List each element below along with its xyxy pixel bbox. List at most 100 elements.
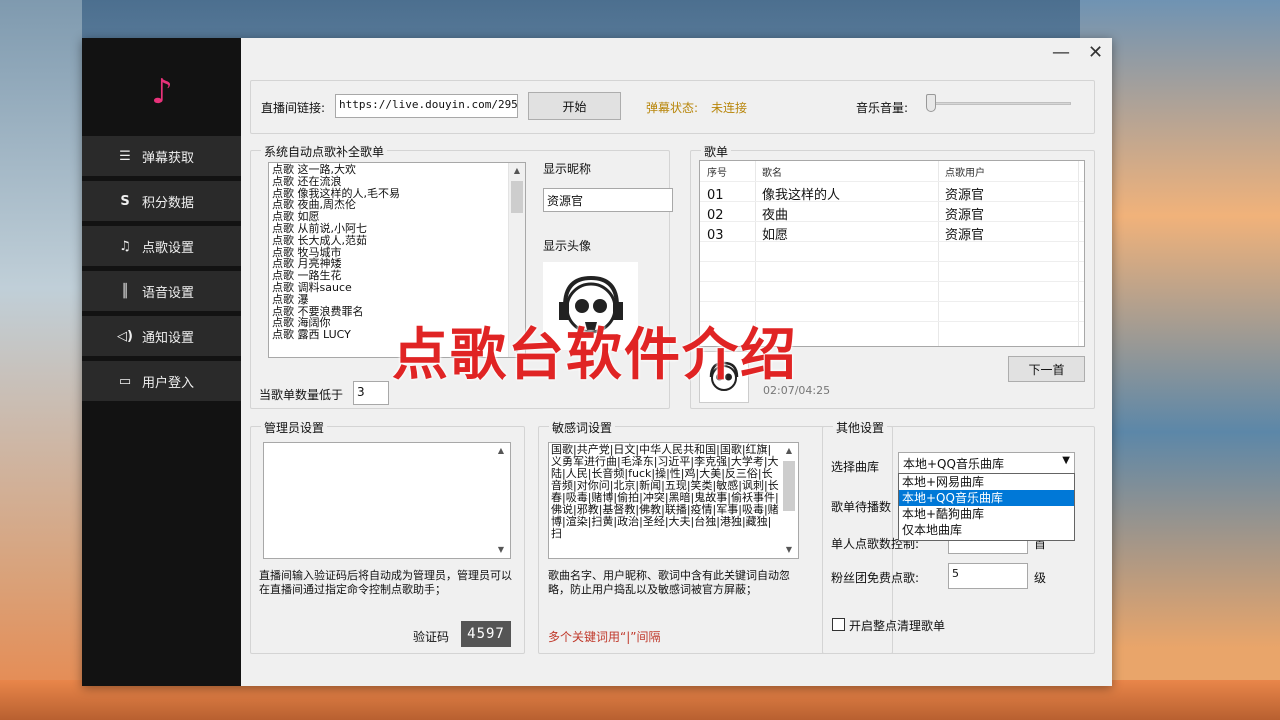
minimize-button[interactable]: — xyxy=(1052,42,1070,63)
status-value: 未连接 xyxy=(711,101,748,115)
wait-label: 歌单待播数 xyxy=(831,500,892,514)
live-link-input[interactable]: https://live.douyin.com/2953 xyxy=(335,94,518,118)
fan-unit: 级 xyxy=(1034,571,1047,585)
scroll-up-icon[interactable]: ▲ xyxy=(493,443,509,459)
sensitive-words-textarea[interactable]: 国歌|共产党|日文|中华人民共和国|国歌|红旗|义勇军进行曲|毛泽东|习近平|李… xyxy=(548,442,799,559)
list-item[interactable]: 点歌 还在流浪 xyxy=(269,175,525,188)
audio-wave-icon: ║ xyxy=(121,283,129,299)
volume-slider-thumb[interactable] xyxy=(926,94,936,112)
nickname-label: 显示昵称 xyxy=(543,162,592,176)
sidebar-item-danmu[interactable]: ☰ 弹幕获取 xyxy=(82,136,241,178)
next-song-button[interactable]: 下一首 xyxy=(1008,356,1085,382)
sidebar-item-points[interactable]: S 积分数据 xyxy=(82,181,241,223)
table-header: 序号 歌名 点歌用户 xyxy=(700,164,1084,184)
scroll-thumb[interactable] xyxy=(511,181,523,213)
other-settings-group: 其他设置 选择曲库 本地+QQ音乐曲库 ▼ 歌单待播数 单人点歌数控制: 首 粉… xyxy=(822,419,1095,654)
list-item[interactable]: 点歌 长大成人,范茹 xyxy=(269,234,525,247)
status-label: 弹幕状态: xyxy=(646,101,699,115)
library-dropdown[interactable]: 本地+网易曲库 本地+QQ音乐曲库 本地+酷狗曲库 仅本地曲库 xyxy=(898,473,1075,541)
s-icon: S xyxy=(120,193,130,209)
sidebar-item-voice[interactable]: ║ 语音设置 xyxy=(82,271,241,313)
fan-level-input[interactable]: 5 xyxy=(948,563,1028,589)
speaker-icon: ◁) xyxy=(117,328,133,344)
close-button[interactable]: ✕ xyxy=(1088,42,1103,63)
sidebar-item-login[interactable]: ▭ 用户登入 xyxy=(82,361,241,403)
admin-scrollbar[interactable]: ▲ ▼ xyxy=(493,443,510,558)
volume-slider-track[interactable] xyxy=(931,102,1071,105)
scroll-down-icon[interactable]: ▼ xyxy=(781,542,797,558)
admin-description: 直播间输入验证码后将自动成为管理员，管理员可以在直播间通过指定命令控制点歌助手； xyxy=(259,569,512,596)
row-song: 夜曲 xyxy=(762,208,789,223)
id-card-icon: ▭ xyxy=(118,373,132,389)
sidebar: ♪ ☰ 弹幕获取 S 积分数据 ♫ 点歌设置 ║ 语音设置 ◁) 通知设置 ▭ … xyxy=(82,38,241,686)
row-user: 资源官 xyxy=(945,188,985,203)
link-label: 直播间链接: xyxy=(261,101,326,115)
avatar-label: 显示头像 xyxy=(543,239,592,253)
other-title: 其他设置 xyxy=(833,419,888,436)
volume-label: 音乐音量: xyxy=(856,101,909,115)
music-note-icon: ♪ xyxy=(151,72,173,112)
sensitive-words: 国歌|共产党|日文|中华人民共和国|国歌|红旗|义勇军进行曲|毛泽东|习近平|李… xyxy=(551,443,779,540)
library-label: 选择曲库 xyxy=(831,460,880,474)
library-selected: 本地+QQ音乐曲库 xyxy=(903,457,1004,471)
overlay-title: 点歌台软件介绍 xyxy=(392,323,798,388)
library-option[interactable]: 本地+网易曲库 xyxy=(899,474,1074,490)
admin-title: 管理员设置 xyxy=(261,419,328,436)
header-index: 序号 xyxy=(707,168,727,179)
scroll-up-icon[interactable]: ▲ xyxy=(509,163,525,179)
scroll-up-icon[interactable]: ▲ xyxy=(781,443,797,459)
row-index: 01 xyxy=(707,188,724,203)
desktop-background-bottom xyxy=(0,680,1280,720)
library-option-selected[interactable]: 本地+QQ音乐曲库 xyxy=(899,490,1074,506)
playlist-title: 歌单 xyxy=(701,143,732,160)
sidebar-item-notify[interactable]: ◁) 通知设置 xyxy=(82,316,241,358)
sidebar-item-label: 通知设置 xyxy=(142,330,195,346)
connection-group: 直播间链接: https://live.douyin.com/2953 开始 弹… xyxy=(250,80,1095,134)
clear-playlist-checkbox[interactable] xyxy=(832,618,845,631)
sensitive-title: 敏感词设置 xyxy=(549,419,616,436)
list-icon: ☰ xyxy=(119,148,131,164)
sidebar-item-song-settings[interactable]: ♫ 点歌设置 xyxy=(82,226,241,268)
library-option[interactable]: 仅本地曲库 xyxy=(899,522,1074,538)
row-index: 02 xyxy=(707,208,724,223)
sensitive-scrollbar[interactable]: ▲ ▼ xyxy=(781,443,798,558)
captcha-label: 验证码 xyxy=(413,630,450,644)
header-song: 歌名 xyxy=(762,168,782,179)
table-row[interactable]: 03 如愿 资源官 xyxy=(700,226,1084,246)
sidebar-item-label: 点歌设置 xyxy=(142,240,195,256)
admin-group: 管理员设置 ▲ ▼ 直播间输入验证码后将自动成为管理员，管理员可以在直播间通过指… xyxy=(250,419,525,654)
sidebar-item-label: 弹幕获取 xyxy=(142,150,195,166)
row-user: 资源官 xyxy=(945,228,985,243)
table-row[interactable]: 02 夜曲 资源官 xyxy=(700,206,1084,226)
scroll-down-icon[interactable]: ▼ xyxy=(493,542,509,558)
list-item[interactable]: 点歌 瀑 xyxy=(269,293,525,306)
row-user: 资源官 xyxy=(945,208,985,223)
captcha-value: 4597 xyxy=(461,621,511,647)
threshold-label: 当歌单数量低于 xyxy=(259,388,344,402)
library-select[interactable]: 本地+QQ音乐曲库 ▼ xyxy=(898,452,1075,474)
nickname-input[interactable]: 资源官 xyxy=(543,188,673,212)
sidebar-item-label: 语音设置 xyxy=(142,285,195,301)
library-option[interactable]: 本地+酷狗曲库 xyxy=(899,506,1074,522)
table-row[interactable]: 01 像我这样的人 资源官 xyxy=(700,186,1084,206)
clear-playlist-label: 开启整点清理歌单 xyxy=(849,619,946,633)
desktop-background-left xyxy=(0,0,82,720)
header-user: 点歌用户 xyxy=(945,168,985,179)
sensitive-hint: 多个关键词用“|”间隔 xyxy=(548,630,661,644)
auto-list-title: 系统自动点歌补全歌单 xyxy=(261,143,388,160)
chevron-down-icon: ▼ xyxy=(1062,455,1070,466)
admin-textarea[interactable]: ▲ ▼ xyxy=(263,442,511,559)
sidebar-item-label: 用户登入 xyxy=(142,375,195,391)
row-song: 如愿 xyxy=(762,228,789,243)
row-song: 像我这样的人 xyxy=(762,188,841,203)
start-button[interactable]: 开始 xyxy=(528,92,621,120)
list-item[interactable]: 点歌 从前说,小阿七 xyxy=(269,223,525,235)
sensitive-description: 歌曲名字、用户昵称、歌词中含有此关键词自动忽略，防止用户捣乱以及敏感词被官方屏蔽… xyxy=(548,569,790,596)
sidebar-item-label: 积分数据 xyxy=(142,195,195,211)
fan-label: 粉丝团免费点歌: xyxy=(831,571,920,585)
list-item[interactable]: 点歌 调料sauce xyxy=(269,282,525,294)
row-index: 03 xyxy=(707,228,724,243)
music-icon: ♫ xyxy=(119,238,131,254)
scroll-thumb[interactable] xyxy=(783,461,795,511)
threshold-input[interactable]: 3 xyxy=(353,381,389,405)
